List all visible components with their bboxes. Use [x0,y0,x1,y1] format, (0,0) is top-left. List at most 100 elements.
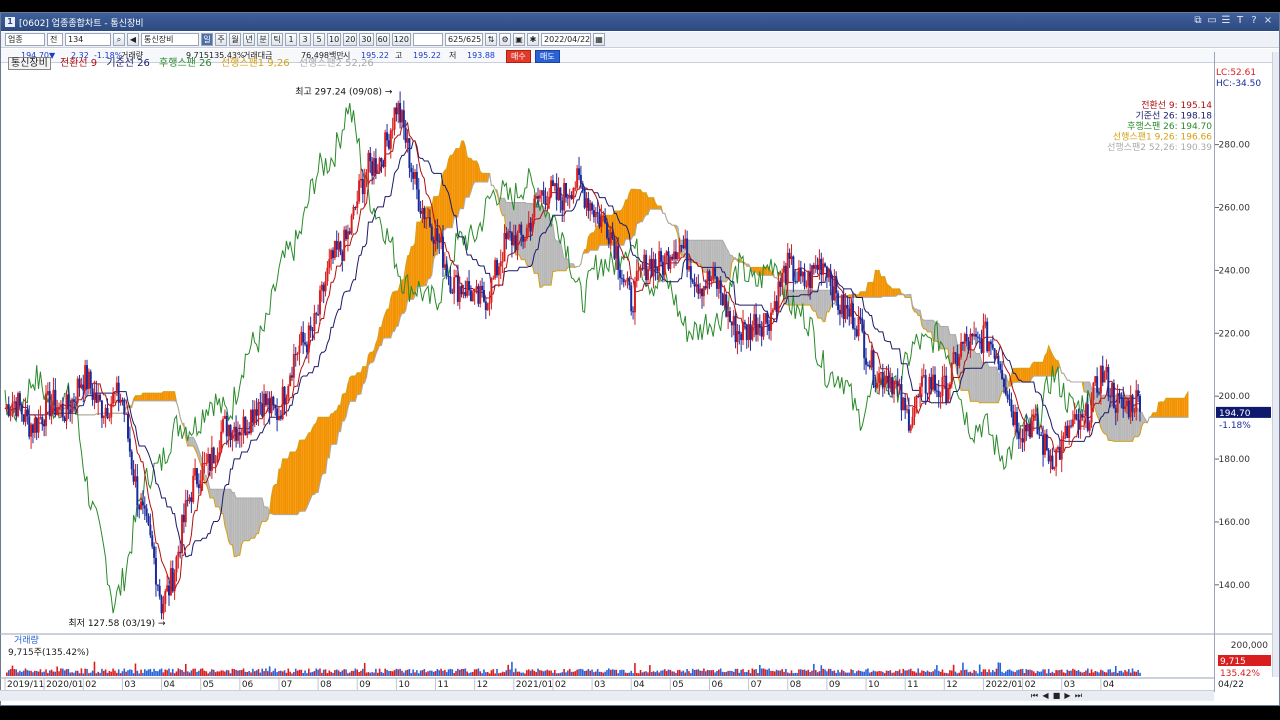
candle-body [492,277,495,280]
volume-value-text: 9,715주(135.42%) [8,647,89,658]
cloud-segment [595,225,598,251]
candle-body [898,384,901,387]
candle-body [605,223,608,238]
candle-body [645,254,648,281]
cloud-segment [1158,401,1161,418]
candle-body [246,431,249,436]
volume-bar [117,669,120,676]
volume-bar [492,669,495,676]
cloud-segment [882,276,885,297]
candle-body [1137,390,1140,396]
scroll-last-icon[interactable]: ⏭ [1074,690,1083,701]
vertical-scrollbar[interactable] [1272,52,1279,677]
ichimoku-chart[interactable]: 140.00160.00180.00200.00220.00240.00260.… [0,0,1280,720]
volume-bar [693,669,696,676]
scroll-first-icon[interactable]: ⏮ [1030,690,1039,701]
volume-bar [209,671,211,676]
candle-body [410,168,413,173]
candle-body [615,246,618,259]
volume-bar [755,669,757,676]
candle-body [468,280,471,291]
volume-bar [637,673,640,676]
volume-bar [60,668,62,676]
candle-body [799,267,802,277]
scroll-next-icon[interactable]: ▶ [1063,690,1072,701]
cloud-segment [1153,412,1155,418]
volume-bar [669,669,672,676]
cloud-segment [629,189,632,240]
volume-bar [982,669,985,676]
volume-bar [568,668,571,676]
candle-body [194,468,197,476]
candle-body [654,259,657,269]
volume-bar [1096,671,1098,676]
candle-body [294,354,297,356]
cloud-segment [722,240,725,282]
volume-bar [563,669,565,676]
volume-bar [317,669,319,676]
cloud-segment [413,243,416,300]
x-tick-label: 03 [594,680,605,690]
volume-bar [43,671,45,676]
candle-body [848,308,851,317]
candle-body [926,393,929,395]
cloud-segment [135,395,138,401]
candle-body [195,468,198,485]
candle-body [701,288,704,297]
candle-body [1036,413,1039,435]
volume-bar [67,668,70,676]
cloud-segment [333,411,335,445]
volume-bar [827,668,830,676]
candle-body [82,384,85,391]
candle-body [125,413,128,415]
candle-body [546,203,549,205]
cloud-segment [556,241,559,271]
volume-bar [322,669,325,676]
volume-bar [889,670,892,676]
scroll-prev-icon[interactable]: ◀ [1041,690,1050,701]
candle-body [11,403,14,411]
volume-bar [47,672,49,676]
candle-body [59,404,62,407]
cloud-segment [1024,368,1027,383]
candle-body [67,394,70,410]
candle-body [132,469,135,482]
candle-body [628,277,631,286]
candle-body [481,285,484,291]
volume-bar [488,673,491,676]
scroll-stop-icon[interactable]: ■ [1052,690,1061,701]
candle-body [41,417,44,425]
volume-bar [704,671,707,676]
current-change-label: -1.18% [1219,421,1251,431]
candle-body [984,321,987,326]
x-tick-label: 03 [124,680,135,690]
cloud-segment [1182,398,1185,418]
candle-body [857,317,860,337]
candle-body [624,281,627,283]
cloud-segment [892,288,894,297]
cloud-segment [319,417,322,484]
volume-bar [911,671,914,676]
volume-bar [986,672,988,676]
volume-bar [542,671,545,676]
candle-body [574,187,577,189]
cloud-segment [245,497,248,541]
candle-body [65,394,68,421]
x-tick-label: 07 [281,680,292,690]
volume-bar [768,668,770,676]
candle-body [348,231,351,234]
candle-body [488,302,491,304]
volume-bar [132,673,135,676]
cloud-segment [482,173,484,183]
candle-body [1122,398,1125,409]
volume-bar [403,672,405,676]
cloud-segment [590,232,593,251]
volume-bar [673,671,675,676]
volume-bar [930,672,933,676]
volume-bar [1049,672,1052,676]
cloud-segment [623,199,626,246]
candle-body [978,337,981,339]
x-tick-label: 04 [1103,680,1115,690]
candle-body [106,407,109,418]
candle-body [166,585,169,592]
